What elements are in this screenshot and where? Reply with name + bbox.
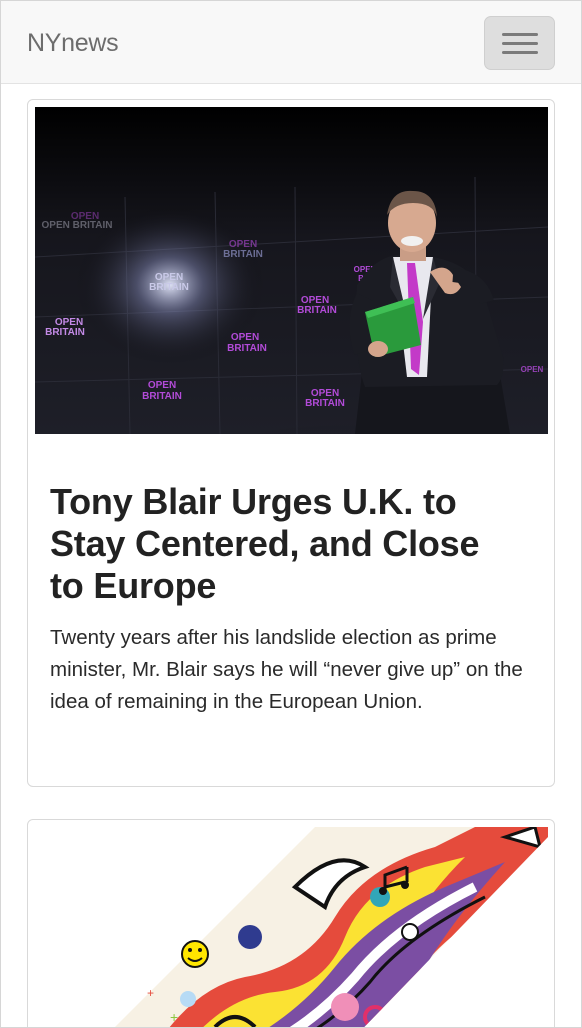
page-frame: NYnews OPEN OPEN BRITAIN OPEN BRITAIN OP… [0,0,582,1028]
article-card[interactable]: + + [27,819,555,1027]
article-image[interactable]: + + [35,827,548,1027]
navbar-toggle-button[interactable] [484,16,555,70]
svg-text:+: + [170,1009,178,1025]
svg-text:OPEN: OPEN [231,332,259,343]
brand-link[interactable]: NYnews [27,29,119,58]
article-image[interactable]: OPEN OPEN BRITAIN OPEN BRITAIN OPEN BRITAIN… [35,107,548,434]
svg-text:OPEN: OPEN [521,365,544,374]
svg-text:OPEN: OPEN [148,380,176,391]
svg-text:BRITAIN: BRITAIN [227,343,267,354]
article-card[interactable]: OPEN OPEN BRITAIN OPEN BRITAIN OPEN BRITAIN… [27,99,555,787]
top-navbar: NYnews [1,1,581,84]
article-summary: Twenty years after his landslide electio… [50,626,523,713]
svg-text:BRITAIN: BRITAIN [45,327,85,338]
svg-text:BRITAIN: BRITAIN [142,391,182,402]
svg-text:BRITAIN: BRITAIN [297,305,337,316]
article-title[interactable]: Tony Blair Urges U.K. to Stay Centered, … [50,481,520,607]
svg-text:BRITAIN: BRITAIN [305,398,345,409]
svg-text:+: + [147,986,154,1000]
svg-text:BRITAIN: BRITAIN [223,249,263,260]
backdrop-label: OPEN BRITAIN [42,220,113,231]
svg-text:BRITAIN: BRITAIN [149,282,189,293]
